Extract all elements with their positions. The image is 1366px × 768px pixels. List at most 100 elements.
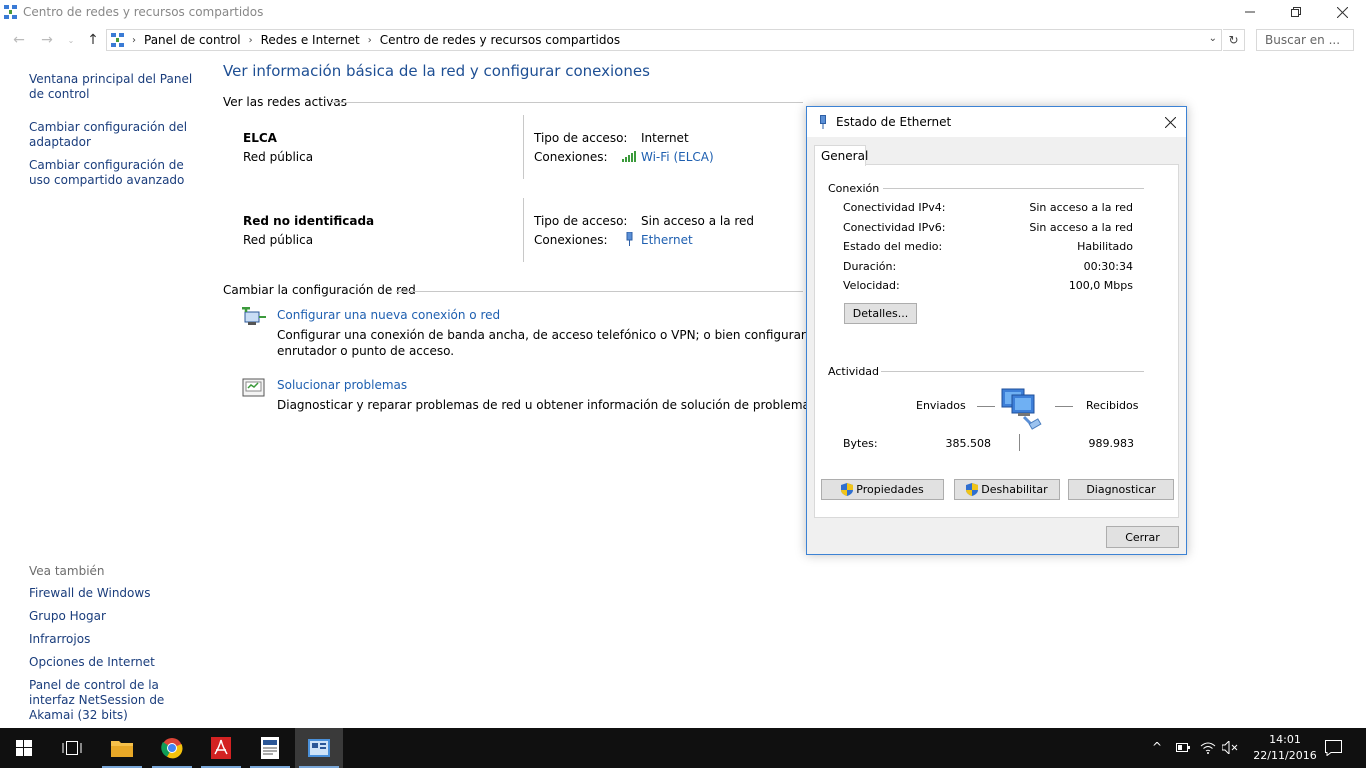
network-name: ELCA [243,131,277,145]
divider [881,371,1144,372]
properties-label: Propiedades [856,483,924,496]
ipv6-label: Conectividad IPv6: [843,221,946,234]
pdf-icon [211,737,231,759]
breadcrumb-control-panel[interactable]: Panel de control [144,33,241,47]
clock-date: 22/11/2016 [1253,749,1317,762]
left-pane: Ventana principal del Panel de control C… [0,60,205,728]
divider [330,102,803,103]
search-input[interactable]: Buscar en ... [1256,29,1354,51]
wifi-icon[interactable] [1200,741,1216,754]
media-state-label: Estado del medio: [843,240,943,253]
restore-icon [1291,7,1301,17]
chevron-right-icon[interactable]: › [368,35,372,46]
access-type-value: Internet [641,131,689,145]
divider [977,406,995,407]
bytes-sent-value: 385.508 [945,437,992,450]
battery-icon[interactable] [1176,743,1190,752]
chevron-right-icon[interactable]: › [249,35,253,46]
wifi-signal-icon [622,151,636,162]
speed-label: Velocidad: [843,279,900,292]
clock-time: 14:01 [1269,733,1301,746]
taskbar-file-explorer[interactable] [98,728,146,768]
see-also-heading: Vea también [29,564,105,578]
divider [523,115,524,179]
sent-label: Enviados [916,399,966,412]
forward-button[interactable]: → [38,31,56,49]
address-dropdown-icon[interactable]: ⌄ [1209,33,1217,44]
taskbar-control-panel[interactable] [295,728,343,768]
connection-ethernet-link[interactable]: Ethernet [641,233,693,247]
window-title: Centro de redes y recursos compartidos [23,5,264,19]
duration-value: 00:30:34 [1083,260,1133,273]
disable-button[interactable]: Deshabilitar [954,479,1060,500]
title-bar: Centro de redes y recursos compartidos [0,0,1366,24]
link-change-adapter-settings[interactable]: Cambiar configuración del adaptador [29,120,189,150]
access-type-label: Tipo de acceso: [534,214,628,228]
divider [1019,434,1020,451]
active-networks-heading: Ver las redes activas [223,95,347,109]
taskbar-chrome[interactable] [148,728,196,768]
media-state-value: Habilitado [1077,240,1133,253]
ethernet-icon [626,232,633,246]
address-bar[interactable]: › Panel de control › Redes e Internet › … [106,29,1222,51]
notifications-icon[interactable] [1325,740,1342,756]
folder-icon [111,741,133,757]
new-connection-icon [242,307,266,325]
back-button[interactable]: ← [10,31,28,49]
network-name: Red no identificada [243,214,375,228]
speed-value: 100,0 Mbps [1068,279,1133,292]
link-firewall[interactable]: Firewall de Windows [29,586,199,601]
recent-locations-button[interactable]: ⌄ [62,31,80,49]
link-akamai-netsession[interactable]: Panel de control de la interfaz NetSessi… [29,678,197,723]
dialog-close-button[interactable] [1155,107,1186,137]
divider [883,188,1144,189]
received-label: Recibidos [1086,399,1139,412]
refresh-icon: ↻ [1228,33,1239,47]
dialog-close-text-button[interactable]: Cerrar [1106,526,1179,548]
close-button[interactable] [1319,0,1365,24]
general-panel: Conexión Conectividad IPv4: Sin acceso a… [814,164,1179,518]
troubleshoot-link[interactable]: Solucionar problemas [277,378,407,392]
volume-muted-icon[interactable] [1222,741,1238,754]
link-infrared[interactable]: Infrarrojos [29,632,199,647]
shield-icon [966,483,979,496]
breadcrumb-network-center[interactable]: Centro de redes y recursos compartidos [380,33,620,47]
up-button[interactable]: ↑ [84,31,102,49]
network-type: Red pública [243,233,314,247]
start-button[interactable] [0,728,48,768]
divider [1055,406,1073,407]
arrow-up-icon: ↑ [87,32,99,48]
divider [396,291,803,292]
link-advanced-sharing[interactable]: Cambiar configuración de uso compartido … [29,158,204,188]
link-control-panel-home[interactable]: Ventana principal del Panel de control [29,72,199,102]
control-panel-icon [308,739,330,757]
chrome-icon [161,738,183,759]
connection-wifi-link[interactable]: Wi-Fi (ELCA) [641,150,714,164]
restore-button[interactable] [1273,0,1319,24]
access-type-label: Tipo de acceso: [534,131,628,145]
properties-button[interactable]: Propiedades [821,479,944,500]
link-homegroup[interactable]: Grupo Hogar [29,609,199,624]
chevron-right-icon[interactable]: › [132,35,136,46]
clock[interactable]: 14:01 22/11/2016 [1250,732,1320,764]
divider [523,198,524,262]
bytes-label: Bytes: [843,437,878,450]
arrow-left-icon: ← [13,32,25,48]
bytes-received-value: 989.983 [1088,437,1135,450]
shield-icon [841,483,854,496]
taskbar-document[interactable] [246,728,294,768]
details-button[interactable]: Detalles... [844,303,917,324]
minimize-icon [1245,11,1255,13]
diagnose-button[interactable]: Diagnosticar [1068,479,1174,500]
show-hidden-icons-button[interactable]: ^ [1152,740,1162,754]
task-view-button[interactable] [48,728,96,768]
setup-new-connection-link[interactable]: Configurar una nueva conexión o red [277,308,500,322]
link-internet-options[interactable]: Opciones de Internet [29,655,199,670]
taskbar-acrobat[interactable] [197,728,245,768]
breadcrumb-network-internet[interactable]: Redes e Internet [261,33,360,47]
activity-group-title: Actividad [828,365,880,378]
tab-general[interactable]: General [814,145,868,166]
minimize-button[interactable] [1227,0,1273,24]
windows-logo-icon [16,740,32,756]
refresh-button[interactable]: ↻ [1223,29,1245,51]
